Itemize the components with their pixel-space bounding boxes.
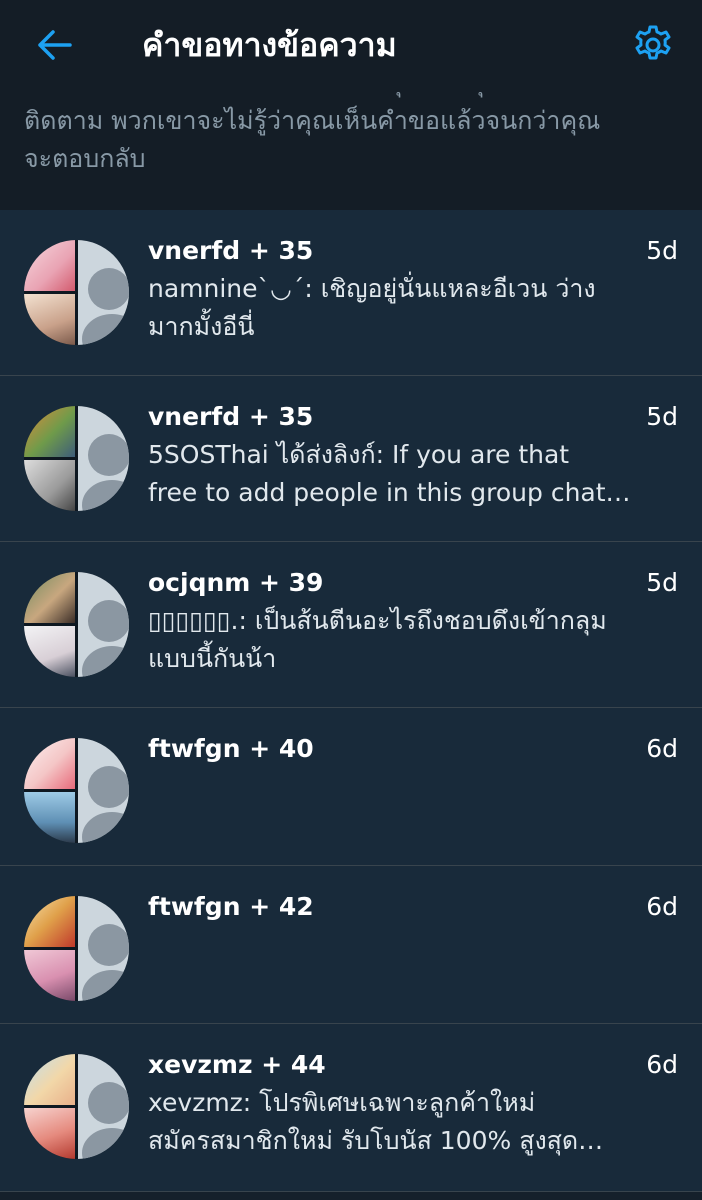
info-text: ไม่ต้องห่วง ข้อความเหล่านี้มาจากบุคคลที่…	[24, 92, 674, 178]
preview-line: free to add people in this group chat…	[148, 478, 631, 507]
preview-line: namnine`◡´: เชิญอยู่นั่นแหละอีเวน ว่าง	[148, 274, 596, 303]
preview-line: แบบนี้กันน้า	[148, 644, 277, 673]
preview-line: ▯▯▯▯▯▯.: เป็นส้นตีนอะไรถึงชอบดึงเข้ากลุม	[148, 606, 607, 635]
request-row[interactable]: ftwfgn + 40 6d	[0, 708, 702, 866]
preview-line: 5SOSThai ได้ส่งลิงก์: If you are that	[148, 440, 570, 469]
request-time: 6d	[646, 1050, 678, 1079]
group-avatar	[24, 896, 129, 1001]
request-list: vnerfd + 35 5d namnine`◡´: เชิญอยู่นั่นแ…	[0, 210, 702, 1192]
request-name: ftwfgn + 40	[148, 734, 314, 763]
preview-line: สมัครสมาชิกใหม่ รับโบนัส 100% สูงสุด…	[148, 1126, 604, 1155]
request-time: 5d	[646, 236, 678, 265]
request-time: 5d	[646, 402, 678, 431]
message-requests-screen: คำขอทางข้อความ ไม่ต้องห่วง ข้อความเหล่าน…	[0, 0, 702, 1200]
requests-info-banner: ไม่ต้องห่วง ข้อความเหล่านี้มาจากบุคคลที่…	[0, 92, 702, 210]
request-row[interactable]: ocjqnm + 39 5d ▯▯▯▯▯▯.: เป็นส้นตีนอะไรถึ…	[0, 542, 702, 708]
info-line: ติดตาม พวกเขาจะไม่รู้ว่าคุณเห็นคำขอแล้วจ…	[24, 106, 601, 135]
top-app-bar: คำขอทางข้อความ	[0, 0, 702, 92]
request-preview: namnine`◡´: เชิญอยู่นั่นแหละอีเวน ว่าง ม…	[148, 270, 668, 346]
settings-button[interactable]	[628, 20, 678, 70]
group-avatar	[24, 572, 129, 677]
request-preview: 5SOSThai ได้ส่งลิงก์: If you are that fr…	[148, 436, 668, 512]
page-title: คำขอทางข้อความ	[142, 26, 397, 64]
request-row[interactable]: ftwfgn + 42 6d	[0, 866, 702, 1024]
request-preview: ▯▯▯▯▯▯.: เป็นส้นตีนอะไรถึงชอบดึงเข้ากลุม…	[148, 602, 668, 678]
preview-line: xevzmz: โปรพิเศษเฉพาะลูกค้าใหม่	[148, 1088, 536, 1117]
request-name: vnerfd + 35	[148, 402, 314, 431]
request-time: 6d	[646, 734, 678, 763]
request-name: xevzmz + 44	[148, 1050, 326, 1079]
request-time: 6d	[646, 892, 678, 921]
request-name: vnerfd + 35	[148, 236, 314, 265]
request-row[interactable]: xevzmz + 44 6d xevzmz: โปรพิเศษเฉพาะลูกค…	[0, 1024, 702, 1192]
gear-icon	[635, 25, 671, 60]
request-preview: xevzmz: โปรพิเศษเฉพาะลูกค้าใหม่ สมัครสมา…	[148, 1084, 668, 1160]
arrow-left-icon	[38, 30, 72, 60]
info-line: ไม่ต้องห่วง ข้อความเหล่านี้มาจากบุคคลที่…	[24, 92, 674, 102]
request-name: ocjqnm + 39	[148, 568, 324, 597]
group-avatar	[24, 240, 129, 345]
group-avatar	[24, 1054, 129, 1159]
request-row[interactable]: vnerfd + 35 5d namnine`◡´: เชิญอยู่นั่นแ…	[0, 210, 702, 376]
info-line: จะตอบกลับ	[24, 144, 146, 173]
back-button[interactable]	[30, 22, 80, 68]
group-avatar	[24, 738, 129, 843]
preview-line: มากมั้งอีนี่	[148, 312, 255, 341]
request-time: 5d	[646, 568, 678, 597]
request-name: ftwfgn + 42	[148, 892, 314, 921]
request-row[interactable]: vnerfd + 35 5d 5SOSThai ได้ส่งลิงก์: If …	[0, 376, 702, 542]
group-avatar	[24, 406, 129, 511]
